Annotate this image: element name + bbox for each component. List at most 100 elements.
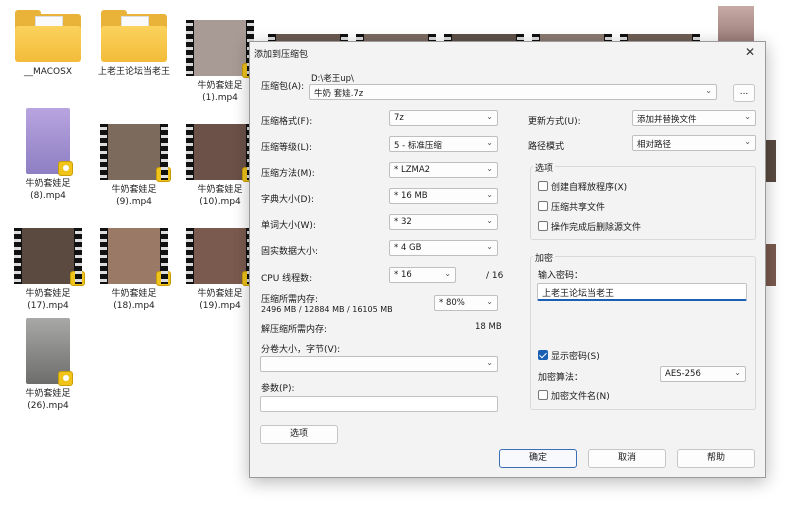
method-value: * LZMA2 bbox=[394, 165, 431, 175]
enc-method-value: AES-256 bbox=[665, 369, 701, 379]
delete-source-label: 操作完成后删除源文件 bbox=[551, 223, 642, 233]
dialog-titlebar: 添加到压缩包 ✕ bbox=[250, 42, 765, 64]
folder-icon bbox=[15, 10, 81, 62]
item-label: 牛奶套娃足(9).mp4 bbox=[111, 185, 157, 207]
item-label: 牛奶套娃足(19).mp4 bbox=[197, 289, 243, 311]
folder-laowang[interactable]: 上老王论坛当老王 bbox=[96, 10, 172, 78]
method-select[interactable]: * LZMA2 ⌄ bbox=[389, 162, 498, 178]
enc-method-select[interactable]: AES-256 ⌄ bbox=[660, 366, 746, 382]
dict-select[interactable]: * 16 MB ⌄ bbox=[389, 188, 498, 204]
close-icon[interactable]: ✕ bbox=[745, 45, 755, 59]
player-badge-icon bbox=[156, 167, 171, 182]
video-file-17[interactable]: 牛奶套娃足(17).mp4 bbox=[10, 228, 86, 312]
video-thumbnail bbox=[26, 108, 73, 176]
split-label: 分卷大小，字节(V): bbox=[261, 345, 341, 355]
item-label: __MACOSX bbox=[23, 67, 72, 77]
mem-label: 压缩所需内存: bbox=[261, 295, 319, 305]
archive-label: 压缩包(A): bbox=[261, 82, 305, 92]
show-password-label: 显示密码(S) bbox=[551, 352, 600, 362]
level-label: 压缩等级(L): bbox=[261, 143, 313, 153]
dict-value: * 16 MB bbox=[394, 191, 428, 201]
ok-button[interactable]: 确定 bbox=[499, 449, 577, 468]
item-label: 上老王论坛当老王 bbox=[97, 67, 170, 77]
archive-name-combo[interactable]: 牛奶 套娃.7z ⌄ bbox=[309, 84, 717, 100]
video-file-1[interactable]: 牛奶套娃足(1).mp4 bbox=[182, 20, 258, 104]
chevron-down-icon: ⌄ bbox=[486, 297, 493, 306]
archive-name-value: 牛奶 套娃.7z bbox=[314, 89, 364, 99]
solid-value: * 4 GB bbox=[394, 243, 422, 253]
video-thumbnail bbox=[100, 228, 171, 286]
archive-path: D:\老王up\ bbox=[311, 74, 354, 84]
background-thumbnail bbox=[718, 6, 754, 42]
level-select[interactable]: 5 - 标准压缩 ⌄ bbox=[389, 136, 498, 152]
cancel-button[interactable]: 取消 bbox=[588, 449, 666, 468]
background-thumbnail bbox=[766, 140, 776, 182]
password-label: 输入密码： bbox=[538, 271, 584, 281]
player-badge-icon bbox=[58, 161, 73, 176]
encrypt-names-checkbox[interactable] bbox=[538, 390, 548, 400]
show-password-checkbox[interactable] bbox=[538, 350, 548, 360]
folder-macosx[interactable]: __MACOSX bbox=[10, 10, 86, 78]
video-file-26[interactable]: 牛奶套娃足(26).mp4 bbox=[10, 318, 86, 412]
chevron-down-icon: ⌄ bbox=[486, 216, 493, 225]
video-file-8[interactable]: 牛奶套娃足(8).mp4 bbox=[10, 108, 86, 202]
sfx-checkbox[interactable] bbox=[538, 181, 548, 191]
dialog-title: 添加到压缩包 bbox=[254, 50, 309, 60]
path-label: 路径模式 bbox=[528, 142, 565, 152]
player-badge-icon bbox=[156, 271, 171, 286]
mem-percent-select[interactable]: * 80% ⌄ bbox=[434, 295, 498, 311]
item-label: 牛奶套娃足(10).mp4 bbox=[197, 185, 243, 207]
chevron-down-icon: ⌄ bbox=[734, 368, 741, 377]
params-input[interactable] bbox=[260, 396, 498, 412]
word-select[interactable]: * 32 ⌄ bbox=[389, 214, 498, 230]
video-file-10[interactable]: 牛奶套娃足(10).mp4 bbox=[182, 124, 258, 208]
options-group-title: 选项 bbox=[533, 161, 556, 174]
item-label: 牛奶套娃足(26).mp4 bbox=[25, 389, 71, 411]
update-value: 添加并替换文件 bbox=[637, 115, 697, 125]
video-thumbnail bbox=[186, 20, 257, 78]
password-input[interactable]: 上老王论坛当老王 bbox=[537, 283, 747, 301]
chevron-down-icon: ⌄ bbox=[444, 269, 451, 278]
threads-select[interactable]: * 16 ⌄ bbox=[389, 267, 456, 283]
delete-source-checkbox[interactable] bbox=[538, 221, 548, 231]
chevron-down-icon: ⌄ bbox=[486, 358, 493, 367]
help-button[interactable]: 帮助 bbox=[677, 449, 755, 468]
video-thumbnail bbox=[186, 228, 257, 286]
mem-percent-value: * 80% bbox=[439, 298, 465, 308]
video-file-18[interactable]: 牛奶套娃足(18).mp4 bbox=[96, 228, 172, 312]
video-thumbnail bbox=[14, 228, 85, 286]
enc-method-label: 加密算法： bbox=[538, 373, 584, 383]
folder-icon bbox=[101, 10, 167, 62]
params-label: 参数(P): bbox=[261, 384, 295, 394]
word-value: * 32 bbox=[394, 217, 412, 227]
chevron-down-icon: ⌄ bbox=[744, 137, 751, 146]
options-button[interactable]: 选项 bbox=[260, 425, 338, 444]
shared-label: 压缩共享文件 bbox=[551, 203, 606, 213]
path-select[interactable]: 相对路径 ⌄ bbox=[632, 135, 756, 151]
player-badge-icon bbox=[58, 371, 73, 386]
item-label: 牛奶套娃足(18).mp4 bbox=[111, 289, 157, 311]
item-label: 牛奶套娃足(17).mp4 bbox=[25, 289, 71, 311]
path-value: 相对路径 bbox=[637, 140, 672, 150]
update-select[interactable]: 添加并替换文件 ⌄ bbox=[632, 110, 756, 126]
format-select[interactable]: 7z ⌄ bbox=[389, 110, 498, 126]
level-value: 5 - 标准压缩 bbox=[394, 141, 442, 151]
chevron-down-icon: ⌄ bbox=[486, 138, 493, 147]
chevron-down-icon: ⌄ bbox=[486, 112, 493, 121]
chevron-down-icon: ⌄ bbox=[744, 112, 751, 121]
video-file-9[interactable]: 牛奶套娃足(9).mp4 bbox=[96, 124, 172, 208]
encrypt-group-title: 加密 bbox=[533, 251, 556, 264]
shared-checkbox[interactable] bbox=[538, 201, 548, 211]
update-label: 更新方式(U): bbox=[528, 117, 581, 127]
video-thumbnail bbox=[26, 318, 73, 386]
chevron-down-icon: ⌄ bbox=[705, 86, 712, 95]
split-select[interactable]: ⌄ bbox=[260, 356, 498, 372]
video-file-19[interactable]: 牛奶套娃足(19).mp4 bbox=[182, 228, 258, 312]
solid-select[interactable]: * 4 GB ⌄ bbox=[389, 240, 498, 256]
chevron-down-icon: ⌄ bbox=[486, 242, 493, 251]
threads-label: CPU 线程数: bbox=[261, 274, 313, 284]
browse-button[interactable]: ... bbox=[733, 84, 755, 102]
dict-label: 字典大小(D): bbox=[261, 195, 314, 205]
solid-label: 固实数据大小: bbox=[261, 247, 319, 257]
format-value: 7z bbox=[394, 113, 404, 123]
